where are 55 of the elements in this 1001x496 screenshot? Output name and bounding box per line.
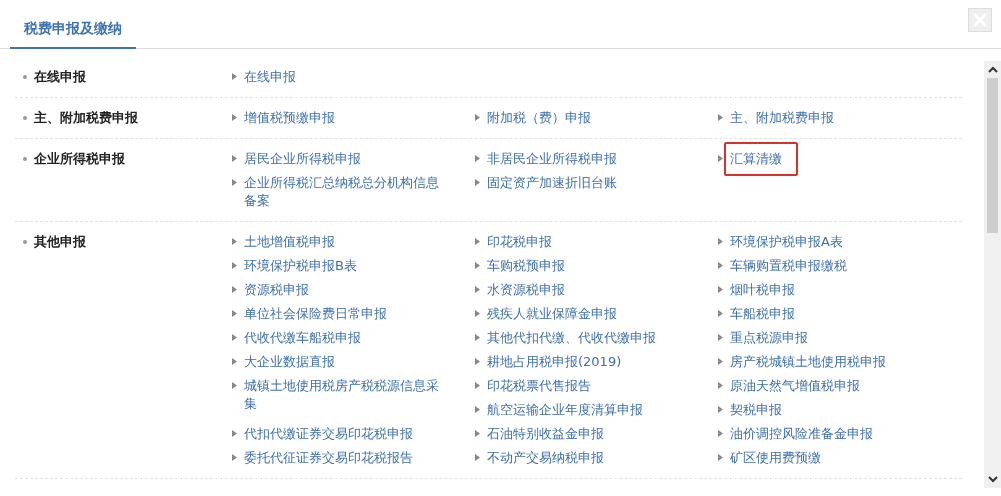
section-label: 在线申报 xyxy=(34,68,86,86)
triangle-icon xyxy=(718,358,723,365)
triangle-icon xyxy=(232,262,237,269)
triangle-icon xyxy=(475,114,480,121)
triangle-icon xyxy=(475,430,480,437)
bullet-icon xyxy=(23,116,27,120)
triangle-icon xyxy=(475,262,480,269)
section-label: 企业所得税申报 xyxy=(34,150,125,168)
triangle-icon xyxy=(718,310,723,317)
triangle-icon xyxy=(475,358,480,365)
triangle-icon xyxy=(475,286,480,293)
menu-link[interactable]: 主、附加税费申报 xyxy=(724,101,850,135)
section-label: 主、附加税费申报 xyxy=(34,109,138,127)
scrollbar[interactable] xyxy=(984,61,1001,488)
menu-link[interactable]: 增值税预缴申报 xyxy=(238,101,351,135)
triangle-icon xyxy=(718,334,723,341)
triangle-icon xyxy=(718,114,723,121)
scroll-thumb[interactable] xyxy=(987,78,998,233)
bullet-icon xyxy=(23,75,27,79)
section-label: 其他申报 xyxy=(34,233,86,251)
triangle-icon xyxy=(232,334,237,341)
triangle-icon xyxy=(475,155,480,162)
triangle-icon xyxy=(718,382,723,389)
triangle-icon xyxy=(232,155,237,162)
triangle-icon xyxy=(232,430,237,437)
triangle-icon xyxy=(718,155,723,162)
triangle-icon xyxy=(718,454,723,461)
triangle-icon xyxy=(232,358,237,365)
triangle-icon xyxy=(718,238,723,245)
bullet-icon xyxy=(23,157,27,161)
menu-link[interactable]: 在线申报 xyxy=(238,60,312,94)
triangle-icon xyxy=(232,382,237,389)
triangle-icon xyxy=(232,73,237,80)
triangle-icon xyxy=(232,238,237,245)
triangle-icon xyxy=(232,286,237,293)
triangle-icon xyxy=(718,430,723,437)
triangle-icon xyxy=(718,262,723,269)
triangle-icon xyxy=(232,454,237,461)
triangle-icon xyxy=(475,179,480,186)
triangle-icon xyxy=(232,179,237,186)
close-button[interactable] xyxy=(968,8,992,32)
triangle-icon xyxy=(718,286,723,293)
triangle-icon xyxy=(718,406,723,413)
menu-link[interactable]: 附加税（费）申报 xyxy=(481,101,607,135)
triangle-icon xyxy=(475,454,480,461)
triangle-icon xyxy=(232,114,237,121)
bullet-icon xyxy=(23,240,27,244)
triangle-icon xyxy=(232,310,237,317)
triangle-icon xyxy=(475,238,480,245)
triangle-icon xyxy=(475,406,480,413)
menu-link[interactable]: 汇算清缴 xyxy=(724,142,798,176)
triangle-icon xyxy=(475,334,480,341)
triangle-icon xyxy=(475,310,480,317)
dialog-tab[interactable]: 税费申报及缴纳 xyxy=(10,20,136,49)
triangle-icon xyxy=(475,382,480,389)
